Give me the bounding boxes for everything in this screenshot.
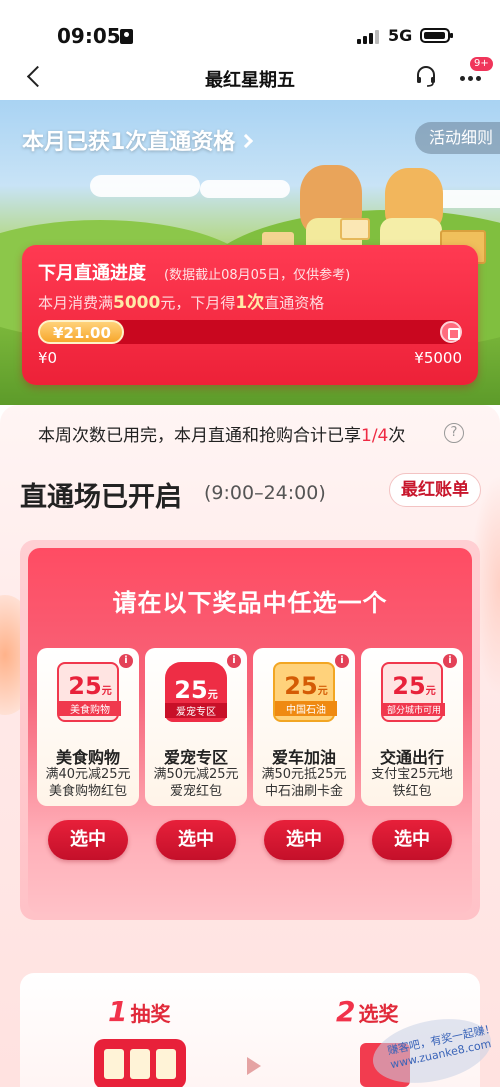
prize-card-pet[interactable]: i 25元 爱宠专区 爱宠专区 满50元减25元爱宠红包	[145, 648, 247, 806]
thumbs-up-icon	[440, 321, 462, 343]
usage-notice: 本周次数已用完，本月直通和抢购合计已享1/4次	[38, 426, 406, 446]
progress-fill: ¥21.00	[38, 320, 124, 344]
message-badge: 9+	[470, 57, 493, 71]
info-icon[interactable]: i	[443, 654, 457, 668]
prize-card-transit[interactable]: i 25元 部分城市可用 交通出行 支付宝25元地铁红包	[361, 648, 463, 806]
section-title: 直通场已开启	[20, 482, 182, 513]
prize-card-food[interactable]: i 25元 美食购物 美食购物 满40元减25元美食购物红包	[37, 648, 139, 806]
section-hours: (9:00–24:00)	[204, 482, 326, 504]
prize-panel: 请在以下奖品中任选一个 i 25元 美食购物 美食购物 满40元减25元美食购物…	[20, 540, 480, 920]
help-icon[interactable]: ?	[444, 423, 464, 443]
step-2-label: 2 选奖	[336, 995, 399, 1028]
progress-min-label: ¥0	[38, 349, 58, 367]
coupon-icon: 25元 爱宠专区	[165, 662, 227, 722]
customer-service-icon[interactable]	[414, 64, 438, 88]
info-icon[interactable]: i	[119, 654, 133, 668]
prize-desc: 满50元抵25元中石油刷卡金	[261, 767, 347, 799]
content-sheet: 本周次数已用完，本月直通和抢购合计已享1/4次 ? 直通场已开启 (9:00–2…	[0, 405, 500, 1087]
status-bar: 09:05 5G	[0, 0, 500, 56]
coupon-icon: 25元 部分城市可用	[381, 662, 445, 722]
step-1-label: 1 抽奖	[108, 995, 171, 1028]
slot-machine-icon	[94, 1039, 186, 1087]
select-button-food[interactable]: 选中	[48, 820, 128, 860]
prize-desc: 满40元减25元美食购物红包	[45, 767, 131, 799]
prize-name: 爱车加油	[271, 748, 336, 767]
select-button-fuel[interactable]: 选中	[264, 820, 344, 860]
progress-note: (数据截止08月05日，仅供参考)	[164, 268, 351, 283]
prize-name: 美食购物	[55, 748, 120, 767]
prize-card-fuel[interactable]: i 25元 中国石油 爱车加油 满50元抵25元中石油刷卡金	[253, 648, 355, 806]
bill-button[interactable]: 最红账单	[389, 473, 481, 507]
select-button-transit[interactable]: 选中	[372, 820, 452, 860]
prize-desc: 满50元减25元爱宠红包	[153, 767, 239, 799]
hero-banner: 本月已获1次直通资格 活动细则 已用 下月直通进度 (数据截止08月05日，仅供…	[0, 100, 500, 405]
progress-subtitle: 本月消费满5000元，下月得1次直通资格	[38, 293, 325, 313]
prize-desc: 支付宝25元地铁红包	[371, 767, 453, 799]
info-icon[interactable]: i	[335, 654, 349, 668]
progress-title: 下月直通进度	[38, 263, 146, 284]
progress-track: ¥21.00	[38, 320, 462, 344]
progress-current: ¥21.00	[53, 324, 111, 342]
rules-button[interactable]: 活动细则	[415, 122, 500, 154]
signal-icon	[357, 28, 379, 44]
battery-icon	[420, 28, 453, 43]
prize-heading: 请在以下奖品中任选一个	[112, 589, 388, 617]
info-icon[interactable]: i	[227, 654, 241, 668]
prize-name: 交通出行	[379, 748, 444, 767]
select-button-pet[interactable]: 选中	[156, 820, 236, 860]
progress-card: 下月直通进度 (数据截止08月05日，仅供参考) 本月消费满5000元，下月得1…	[22, 245, 478, 385]
chevron-right-icon	[239, 133, 254, 149]
arrow-right-icon	[247, 1057, 261, 1075]
coupon-icon: 25元 中国石油	[273, 662, 337, 722]
gift-icon	[340, 218, 370, 240]
status-time: 09:05	[57, 24, 121, 48]
coupon-icon: 25元 美食购物	[57, 662, 121, 722]
steps-card: 1 抽奖 2 选奖 赚客吧，有奖一起赚！www.zuanke8.com	[20, 973, 497, 1087]
hero-headline[interactable]: 本月已获1次直通资格	[22, 124, 254, 156]
progress-max-label: ¥5000	[414, 349, 462, 367]
prize-name: 爱宠专区	[163, 748, 228, 767]
network-type: 5G	[388, 26, 413, 45]
id-card-icon	[120, 29, 133, 44]
nav-bar: 最红星期五 9+	[0, 56, 500, 100]
